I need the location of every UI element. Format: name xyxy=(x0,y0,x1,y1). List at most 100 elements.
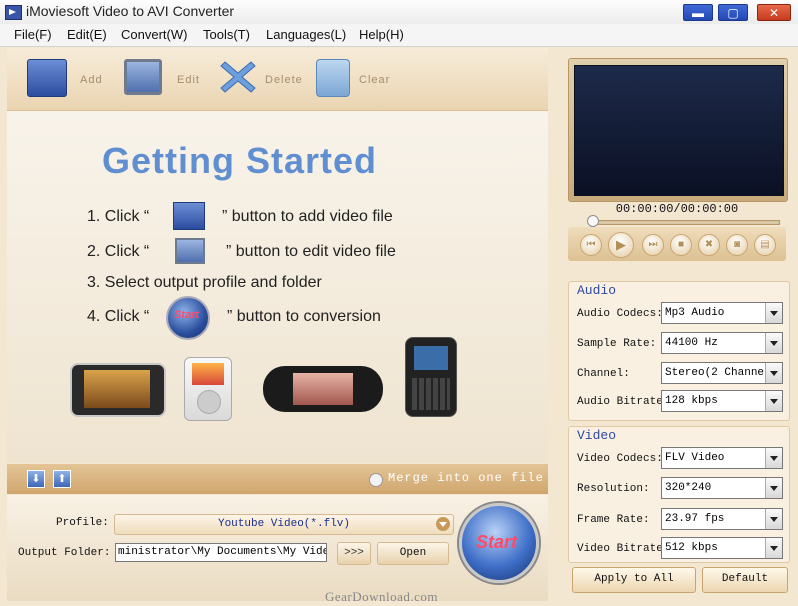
file-list-area[interactable]: Getting Started 1. Click “ ” button to a… xyxy=(7,111,548,463)
chevron-down-icon[interactable] xyxy=(765,363,782,383)
mute-icon[interactable]: ✖ xyxy=(698,234,720,256)
menu-convert[interactable]: Convert(W) xyxy=(121,27,187,42)
frame-rate-value: 23.97 fps xyxy=(665,513,725,525)
iphone-image xyxy=(70,363,166,417)
default-button[interactable]: Default xyxy=(702,567,788,593)
delete-icon xyxy=(219,58,257,101)
chevron-down-icon[interactable] xyxy=(765,303,782,323)
menu-languages[interactable]: Languages(L) xyxy=(266,27,346,42)
player-controls: ⏮ ▶ ⏭ ■ ✖ ◙ ▤ xyxy=(568,227,786,261)
chevron-down-icon[interactable] xyxy=(765,538,782,558)
video-preview xyxy=(574,65,784,196)
edit-button[interactable]: Edit xyxy=(122,54,208,102)
apply-to-all-button[interactable]: Apply to All xyxy=(572,567,696,593)
add-button[interactable]: Add xyxy=(25,54,111,102)
previous-icon[interactable]: ⏮ xyxy=(580,234,602,256)
menu-bar: File(F) Edit(E) Convert(W) Tools(T) Lang… xyxy=(0,24,798,47)
step1-text-a: 1. Click “ xyxy=(87,208,150,225)
audio-codec-select[interactable]: Mp3 Audio xyxy=(661,302,783,324)
sample-rate-select[interactable]: 44100 Hz xyxy=(661,332,783,354)
channel-select[interactable]: Stereo(2 Channels) xyxy=(661,362,783,384)
title-bar[interactable]: iMoviesoft Video to AVI Converter ▬ ▢ ✕ xyxy=(0,0,798,25)
clear-button[interactable]: Clear xyxy=(316,54,402,102)
video-settings: Video Video Codecs: FLV Video Resolution… xyxy=(568,426,790,563)
edit-video-icon xyxy=(175,238,205,264)
profile-select[interactable]: Youtube Video(*.flv) xyxy=(114,514,454,535)
start-icon: Start xyxy=(166,296,210,340)
output-folder-input[interactable]: ministrator\My Documents\My Videos xyxy=(115,543,327,562)
edit-video-icon xyxy=(124,59,162,95)
move-up-button[interactable]: ⬆ xyxy=(53,470,71,488)
menu-edit[interactable]: Edit(E) xyxy=(67,27,107,42)
next-icon[interactable]: ⏭ xyxy=(642,234,664,256)
seek-bar[interactable] xyxy=(590,220,780,225)
channel-label: Channel: xyxy=(577,368,630,380)
edit-label: Edit xyxy=(177,74,200,86)
app-icon xyxy=(5,5,22,20)
frame-rate-select[interactable]: 23.97 fps xyxy=(661,508,783,530)
play-icon[interactable]: ▶ xyxy=(608,232,634,258)
start-icon-text: Start xyxy=(174,309,200,321)
audio-codec-value: Mp3 Audio xyxy=(665,307,725,319)
sample-rate-label: Sample Rate: xyxy=(577,338,657,350)
video-codec-label: Video Codecs: xyxy=(577,453,663,465)
step2-text-b: ” button to edit video file xyxy=(226,243,396,260)
resolution-value: 320*240 xyxy=(665,482,712,494)
delete-button[interactable]: Delete xyxy=(219,54,309,102)
start-button[interactable]: Start xyxy=(459,503,539,583)
video-title: Video xyxy=(577,428,617,443)
chevron-down-icon[interactable] xyxy=(765,478,782,498)
video-codec-select[interactable]: FLV Video xyxy=(661,447,783,469)
audio-bitrate-select[interactable]: 128 kbps xyxy=(661,390,783,412)
ipod-image xyxy=(184,357,232,421)
toolbar: Add Edit Delete Clear xyxy=(7,48,548,111)
output-panel: Profile: Youtube Video(*.flv) Output Fol… xyxy=(7,495,548,601)
chevron-down-icon[interactable] xyxy=(436,517,450,531)
right-panel: 00:00:00/00:00:00 ⏮ ▶ ⏭ ■ ✖ ◙ ▤ Audio Au… xyxy=(560,48,794,601)
clear-label: Clear xyxy=(359,74,391,86)
time-display: 00:00:00/00:00:00 xyxy=(615,202,739,216)
audio-bitrate-label: Audio Bitrate: xyxy=(577,396,670,408)
step4-text-b: ” button to conversion xyxy=(227,308,381,325)
chevron-down-icon[interactable] xyxy=(765,509,782,529)
add-video-icon xyxy=(173,202,205,230)
open-folder-button[interactable]: Open xyxy=(377,542,449,565)
chevron-down-icon[interactable] xyxy=(765,333,782,353)
menu-tools[interactable]: Tools(T) xyxy=(203,27,250,42)
add-label: Add xyxy=(80,74,103,86)
audio-title: Audio xyxy=(577,283,617,298)
psp-image xyxy=(263,366,383,412)
profile-label: Profile: xyxy=(56,517,109,529)
browse-button[interactable]: >>> xyxy=(337,542,371,565)
merge-radio[interactable] xyxy=(369,473,383,487)
watermark: GearDownload.com xyxy=(325,589,439,604)
chevron-down-icon[interactable] xyxy=(765,391,782,411)
list-controls-bar: ⬇ ⬆ Merge into one file xyxy=(7,464,548,494)
audio-codec-label: Audio Codecs: xyxy=(577,308,663,320)
close-button[interactable]: ✕ xyxy=(757,4,791,21)
maximize-button[interactable]: ▢ xyxy=(718,4,748,21)
video-bitrate-value: 512 kbps xyxy=(665,542,718,554)
recycle-bin-icon xyxy=(316,59,350,97)
folder-icon[interactable]: ▤ xyxy=(754,234,776,256)
menu-file[interactable]: File(F) xyxy=(14,27,52,42)
chevron-down-icon[interactable] xyxy=(765,448,782,468)
window-title: iMoviesoft Video to AVI Converter xyxy=(26,3,235,19)
move-down-button[interactable]: ⬇ xyxy=(27,470,45,488)
resolution-label: Resolution: xyxy=(577,483,650,495)
stop-icon[interactable]: ■ xyxy=(670,234,692,256)
add-video-icon xyxy=(27,59,67,97)
seek-thumb[interactable] xyxy=(587,215,599,227)
video-codec-value: FLV Video xyxy=(665,452,725,464)
step2-text-a: 2. Click “ xyxy=(87,243,150,260)
step3-text: 3. Select output profile and folder xyxy=(87,274,322,291)
resolution-select[interactable]: 320*240 xyxy=(661,477,783,499)
menu-help[interactable]: Help(H) xyxy=(359,27,404,42)
output-folder-label: Output Folder: xyxy=(18,547,111,559)
video-bitrate-select[interactable]: 512 kbps xyxy=(661,537,783,559)
sample-rate-value: 44100 Hz xyxy=(665,337,718,349)
snapshot-icon[interactable]: ◙ xyxy=(726,234,748,256)
merge-label[interactable]: Merge into one file xyxy=(388,471,544,485)
minimize-button[interactable]: ▬ xyxy=(683,4,713,21)
step4-text-a: 4. Click “ xyxy=(87,308,150,325)
